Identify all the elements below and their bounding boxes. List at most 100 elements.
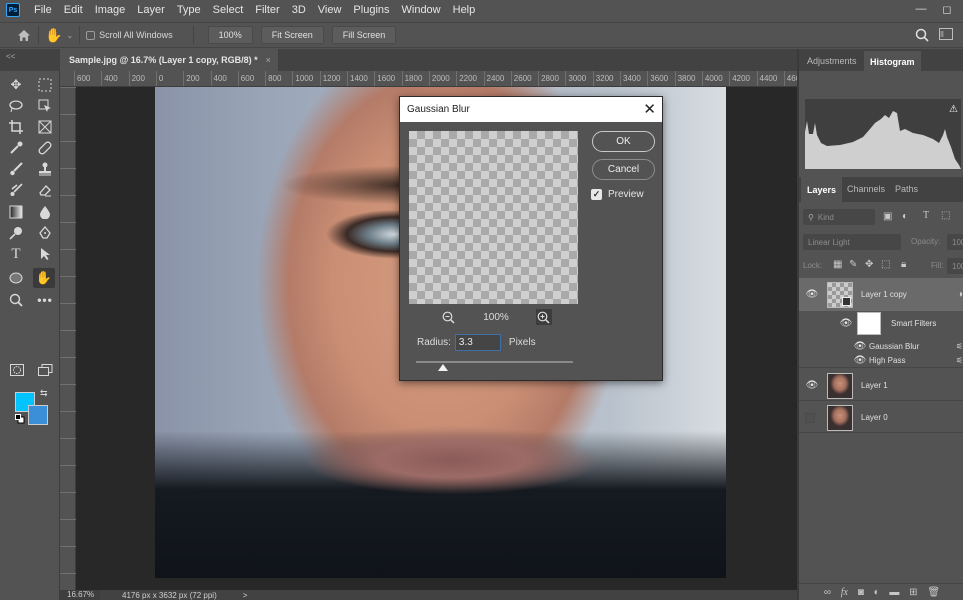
gradient-tool-icon[interactable] <box>5 202 27 222</box>
search-icon[interactable] <box>915 28 929 45</box>
lock-image-icon[interactable]: ✎ <box>849 259 857 270</box>
tab-adjustments[interactable]: Adjustments <box>801 51 863 71</box>
ellipse-tool-icon[interactable] <box>5 268 27 288</box>
scroll-all-windows-checkbox[interactable]: Scroll All Windows <box>86 30 173 40</box>
layer-row-smart-filters[interactable]: 👁︎ Smart Filters <box>799 311 963 335</box>
zoom-100-button[interactable]: 100% <box>207 26 253 44</box>
pen-tool-icon[interactable] <box>34 223 56 243</box>
lock-all-icon[interactable]: 🔒︎ <box>901 259 906 270</box>
object-selection-tool-icon[interactable] <box>34 96 56 116</box>
lock-position-icon[interactable]: ✥ <box>865 259 873 270</box>
maximize-button[interactable]: ◻ <box>939 2 955 16</box>
pixel-layer-filter-icon[interactable]: ▣ <box>883 211 892 222</box>
menu-file[interactable]: File <box>28 4 58 16</box>
warning-icon[interactable]: ⚠ <box>949 104 958 115</box>
eraser-tool-icon[interactable] <box>34 180 56 200</box>
adjustment-layer-filter-icon[interactable]: ◐ <box>902 211 908 222</box>
path-selection-tool-icon[interactable] <box>34 244 56 264</box>
close-tab-icon[interactable]: × <box>266 55 271 65</box>
radius-input[interactable] <box>454 334 501 351</box>
new-layer-icon[interactable]: ⊞ <box>909 587 917 598</box>
close-icon[interactable]: ✕ <box>643 100 656 118</box>
tab-paths[interactable]: Paths <box>889 179 924 199</box>
fx-icon[interactable]: fx <box>841 587 848 598</box>
tab-histogram[interactable]: Histogram <box>864 51 921 73</box>
layer-row-layer-0[interactable]: Layer 0 <box>799 403 963 433</box>
delete-layer-icon[interactable]: 🗑︎ <box>927 587 940 598</box>
minimize-button[interactable]: — <box>913 2 929 16</box>
shape-layer-filter-icon[interactable]: ⬚ <box>941 210 950 221</box>
status-menu-arrow[interactable]: > <box>243 591 248 600</box>
fit-screen-button[interactable]: Fit Screen <box>260 26 324 44</box>
layer-row-high-pass[interactable]: 👁︎ High Pass ⚟ <box>799 354 963 368</box>
lasso-tool-icon[interactable] <box>5 96 27 116</box>
menu-edit[interactable]: Edit <box>58 4 89 16</box>
crop-tool-icon[interactable] <box>5 117 27 137</box>
link-layers-icon[interactable]: ∞ <box>824 587 831 598</box>
filter-options-icon[interactable]: ⚟ <box>956 342 963 351</box>
background-color-swatch[interactable] <box>28 405 48 425</box>
quick-mask-icon[interactable] <box>6 360 28 380</box>
cancel-button[interactable]: Cancel <box>592 159 655 180</box>
visibility-eye-icon[interactable]: 👁︎ <box>805 289 819 300</box>
eyedropper-tool-icon[interactable] <box>5 138 27 158</box>
menu-type[interactable]: Type <box>171 4 207 16</box>
fill-screen-button[interactable]: Fill Screen <box>331 26 397 44</box>
lock-artboard-icon[interactable]: ⬚ <box>881 259 890 270</box>
menu-image[interactable]: Image <box>89 4 132 16</box>
fill-input[interactable]: 100 <box>947 258 963 274</box>
layer-row-layer-1-copy[interactable]: 👁︎ Layer 1 copy ◑ <box>799 278 963 311</box>
menu-help[interactable]: Help <box>447 4 482 16</box>
collapse-toolbar-button[interactable]: << <box>0 49 60 71</box>
dodge-tool-icon[interactable] <box>5 223 27 243</box>
tab-layers[interactable]: Layers <box>801 177 843 202</box>
tab-channels[interactable]: Channels <box>841 179 891 199</box>
filter-preview[interactable] <box>409 131 578 304</box>
visibility-eye-icon[interactable]: 👁︎ <box>853 341 867 352</box>
clone-stamp-tool-icon[interactable] <box>34 159 56 179</box>
menu-filter[interactable]: Filter <box>249 4 285 16</box>
layer-row-gaussian-blur[interactable]: 👁︎ Gaussian Blur ⚟ <box>799 339 963 353</box>
menu-layer[interactable]: Layer <box>131 4 171 16</box>
more-tools-icon[interactable]: ••• <box>34 290 56 310</box>
default-colors-icon[interactable] <box>15 414 25 427</box>
blur-tool-icon[interactable] <box>34 202 56 222</box>
type-tool-icon[interactable]: T <box>5 244 27 264</box>
radius-slider-track[interactable] <box>416 361 573 363</box>
visibility-eye-icon[interactable]: 👁︎ <box>853 355 867 366</box>
healing-brush-tool-icon[interactable] <box>34 138 56 158</box>
zoom-out-icon[interactable] <box>440 309 456 325</box>
adjustment-layer-icon[interactable]: ◐ <box>874 587 880 598</box>
visibility-eye-icon[interactable]: 👁︎ <box>839 318 853 329</box>
layer-row-layer-1[interactable]: 👁︎ Layer 1 <box>799 371 963 401</box>
type-layer-filter-icon[interactable]: T <box>923 210 929 221</box>
zoom-level[interactable]: 16.67% <box>60 590 100 600</box>
radius-slider-thumb[interactable] <box>437 364 448 371</box>
menu-window[interactable]: Window <box>396 4 447 16</box>
hand-tool-icon[interactable]: ✋ <box>45 27 62 44</box>
dialog-title-bar[interactable]: Gaussian Blur ✕ <box>400 97 662 122</box>
menu-plugins[interactable]: Plugins <box>347 4 395 16</box>
visibility-eye-icon[interactable]: 👁︎ <box>805 380 819 391</box>
home-icon[interactable] <box>16 27 32 43</box>
ok-button[interactable]: OK <box>592 131 655 152</box>
menu-select[interactable]: Select <box>207 4 250 16</box>
history-brush-tool-icon[interactable] <box>5 180 27 200</box>
menu-3d[interactable]: 3D <box>286 4 312 16</box>
marquee-tool-icon[interactable] <box>34 75 56 95</box>
preview-checkbox[interactable]: ✓ Preview <box>591 189 644 200</box>
zoom-tool-icon[interactable] <box>5 290 27 310</box>
new-group-icon[interactable]: ▬ <box>889 587 899 598</box>
screen-mode-icon[interactable] <box>34 360 56 380</box>
filter-kind-search[interactable]: ⚲ Kind <box>803 209 875 225</box>
lock-transparent-icon[interactable]: ▦ <box>833 259 842 270</box>
frame-tool-icon[interactable] <box>34 117 56 137</box>
chevron-down-icon[interactable]: ⌄ <box>66 31 73 40</box>
document-tab[interactable]: Sample.jpg @ 16.7% (Layer 1 copy, RGB/8)… <box>60 49 278 71</box>
opacity-input[interactable]: 100 <box>947 234 963 250</box>
brush-tool-icon[interactable] <box>5 159 27 179</box>
hand-tool-icon[interactable]: ✋ <box>33 268 55 288</box>
swap-colors-icon[interactable]: ⇆ <box>40 388 48 399</box>
zoom-in-icon[interactable] <box>535 309 552 325</box>
visibility-toggle-off[interactable] <box>805 412 815 423</box>
